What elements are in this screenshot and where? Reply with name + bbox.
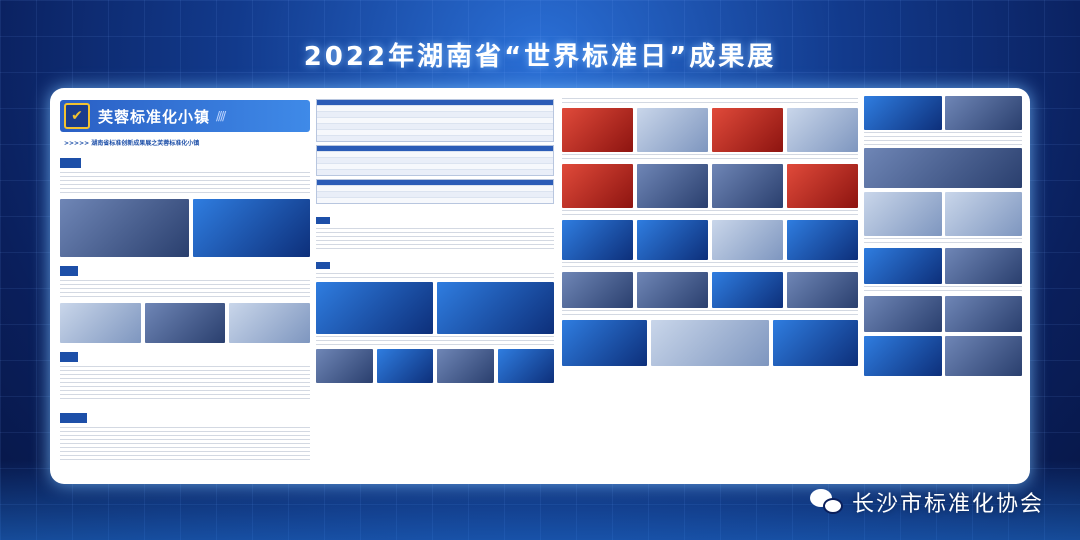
photo-row (864, 248, 1022, 284)
photo-row (562, 108, 858, 152)
photo-row (562, 272, 858, 308)
right-panel (562, 96, 858, 476)
data-table (316, 145, 554, 176)
photo (637, 108, 708, 152)
photo (562, 320, 647, 366)
section-heading (562, 262, 858, 270)
photo (437, 282, 554, 334)
photo (864, 148, 1022, 188)
photo (712, 272, 783, 308)
section-chip (316, 217, 330, 224)
section-header (60, 158, 81, 168)
town-banner: ✔ 芙蓉标准化小镇 //// (60, 100, 310, 132)
text-block (562, 310, 858, 318)
exhibition-board: ✔ 芙蓉标准化小镇 //// >>>>> 湖南省标准创新成果展之芙蓉标准化小镇 (50, 88, 1030, 484)
data-table (316, 179, 554, 204)
photo (787, 220, 858, 260)
photo-row (864, 192, 1022, 236)
photo (712, 164, 783, 208)
text-block (864, 238, 1022, 246)
photo-row (316, 349, 554, 383)
photo-row (864, 336, 1022, 376)
photo (562, 164, 633, 208)
photo (637, 220, 708, 260)
text-block (316, 336, 554, 346)
photo (864, 296, 942, 332)
text-block (864, 286, 1022, 294)
photo-row (316, 282, 554, 334)
page-title: 2022年湖南省“世界标准日”成果展 (303, 42, 777, 72)
photo (864, 96, 942, 130)
text-block (316, 273, 554, 279)
watermark-text: 长沙市标准化协会 (851, 492, 1044, 517)
wechat-icon (809, 489, 844, 515)
panel-subtitle: >>>>> 湖南省标准创新成果展之芙蓉标准化小镇 (64, 140, 200, 147)
banner-stripes: //// (216, 109, 226, 123)
photo (864, 192, 942, 236)
photo (562, 108, 633, 152)
photo (316, 349, 373, 383)
text-block (60, 427, 310, 461)
left-panel: ✔ 芙蓉标准化小镇 //// >>>>> 湖南省标准创新成果展之芙蓉标准化小镇 (60, 96, 311, 476)
section-chip (316, 262, 330, 269)
section-header (60, 352, 78, 362)
photo-row (562, 320, 858, 366)
photo (864, 248, 942, 284)
photo (562, 220, 633, 260)
photo-row (60, 303, 311, 343)
photo (316, 282, 433, 334)
photo (60, 199, 189, 257)
photo (144, 303, 226, 343)
photo (944, 96, 1022, 130)
photo (944, 296, 1022, 332)
text-block (562, 210, 858, 218)
photo (864, 336, 942, 376)
photo (787, 164, 858, 208)
photo-row (864, 96, 1022, 130)
photo (60, 303, 141, 343)
photo (944, 336, 1022, 376)
photo (944, 248, 1022, 284)
photo-row (562, 220, 858, 260)
photo (787, 272, 858, 308)
text-block (60, 172, 310, 196)
photo (712, 108, 783, 152)
photo (637, 164, 708, 208)
middle-panel (316, 96, 554, 476)
far-right-panel (864, 96, 1022, 476)
photo (562, 272, 633, 308)
text-block (316, 228, 554, 250)
photo (192, 199, 310, 257)
photo-row (562, 164, 858, 208)
text-block (562, 154, 858, 162)
photo (650, 320, 770, 366)
section-header (60, 266, 78, 276)
photo (773, 320, 858, 366)
photo (497, 349, 554, 383)
photo (787, 108, 858, 152)
data-table (316, 99, 554, 142)
photo (712, 220, 783, 260)
banner-title: 芙蓉标准化小镇 (98, 107, 211, 126)
shield-icon: ✔ (64, 103, 90, 129)
photo-row (864, 296, 1022, 332)
text-block (864, 132, 1022, 146)
photo (944, 192, 1022, 236)
text-block (60, 366, 310, 402)
section-heading (562, 98, 858, 106)
text-block (60, 280, 310, 300)
photo (376, 349, 433, 383)
photo (229, 303, 311, 343)
photo (637, 272, 708, 308)
photo-row (60, 199, 310, 257)
publisher-watermark: 长沙市标准化协会 (809, 486, 1044, 518)
section-header (60, 413, 88, 423)
photo (437, 349, 494, 383)
